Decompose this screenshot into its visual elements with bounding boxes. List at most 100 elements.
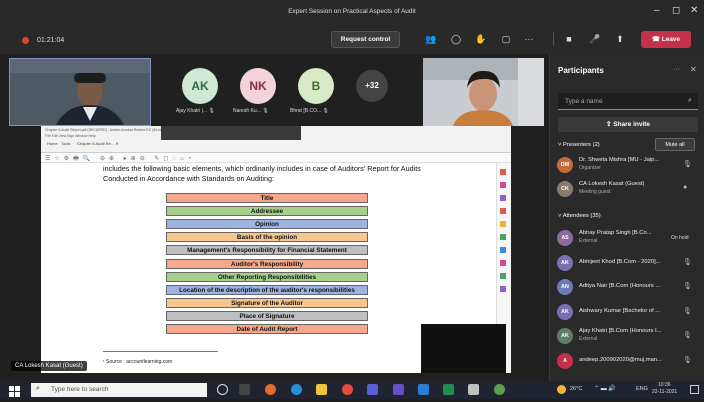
participant-avatar[interactable]: AK	[182, 68, 218, 104]
search-placeholder: Type a name	[565, 98, 603, 105]
participant-avatar[interactable]: AK	[557, 254, 573, 271]
flow-step: Place of Signature	[166, 310, 368, 321]
participant-avatar[interactable]: A	[557, 352, 573, 369]
participant-name[interactable]: Ajay Khatri [B.Com (Honours I...	[579, 328, 661, 334]
participant-avatar[interactable]: NK	[240, 68, 276, 104]
title-bar: Expert Session on Practical Aspects of A…	[0, 0, 704, 24]
participant-name: Ajay Khatri |... 🎙	[176, 108, 215, 114]
edge-icon[interactable]	[291, 384, 302, 395]
mic-on-icon[interactable]: ●	[683, 184, 687, 191]
flow-step: Auditor's Responsibility	[166, 258, 368, 269]
participant-avatar[interactable]: AN	[557, 279, 573, 295]
mic-off-icon[interactable]: 🎙	[683, 258, 692, 266]
presenter-name-tag: CA Lokesh Kasat (Guest)	[11, 361, 87, 371]
clock-date[interactable]: 22-11-2021	[652, 389, 677, 395]
mic-off-icon[interactable]: 🎙	[683, 160, 692, 168]
weather-icon[interactable]	[557, 385, 566, 394]
teams-meeting-icon[interactable]	[393, 384, 404, 395]
presenters-section-header[interactable]: ˅ Presenters (2)	[558, 142, 600, 148]
participant-avatar[interactable]: AK	[557, 303, 573, 320]
mic-off-icon: 🎙	[322, 108, 329, 114]
participant-role: Meeting guest	[579, 189, 611, 195]
participant-avatar[interactable]: AK	[557, 328, 573, 344]
more-participants-badge[interactable]: +32	[356, 70, 388, 102]
mic-off-icon[interactable]: 🎙	[683, 282, 692, 290]
weather-temperature[interactable]: 26°C	[570, 386, 582, 392]
flow-step: Other Reporting Responsibilities	[166, 271, 368, 282]
taskbar-search-input[interactable]: Type here to search	[31, 383, 207, 397]
participant-name[interactable]: Aditya Nair [B.Com (Honours ...	[579, 283, 660, 289]
reactions-icon[interactable]: ✋	[474, 32, 488, 46]
store-icon[interactable]	[468, 384, 479, 395]
microphone-muted-icon[interactable]: 🎤	[588, 32, 602, 46]
close-icon[interactable]: ✕	[690, 5, 698, 16]
participant-name: Bhrat [B.CO... 🎙	[290, 108, 329, 114]
file-explorer-icon[interactable]	[316, 384, 327, 395]
share-invite-button[interactable]: ⇪ Share invite	[558, 117, 698, 132]
flow-step: Management's Responsibility for Financia…	[166, 245, 368, 256]
participant-role: Organizer	[579, 165, 601, 171]
mic-off-icon[interactable]: 🎙	[683, 307, 692, 315]
self-video-preview	[421, 324, 506, 373]
attendees-section-header[interactable]: ˅ Attendees (35)	[558, 213, 601, 219]
pdf-menu-bar: File Edit View Sign Window Help	[45, 134, 96, 138]
camera-icon[interactable]: ■	[562, 32, 576, 46]
participant-name[interactable]: Aishwary Kumar [Bachelor of ...	[579, 308, 660, 314]
search-icon[interactable]: ⌕	[688, 97, 692, 105]
language-indicator[interactable]: ENG	[636, 386, 648, 392]
teams-icon[interactable]	[367, 384, 378, 395]
mic-off-icon[interactable]: 🎙	[683, 331, 692, 339]
minimize-icon[interactable]: –	[654, 5, 660, 16]
pdf-window-title: Chapter 6 Audit Report.pdf (SECURED) - A…	[45, 128, 164, 132]
footnote-divider	[103, 351, 218, 352]
firefox-icon[interactable]	[265, 384, 276, 395]
more-options-icon[interactable]: ···	[522, 32, 536, 46]
pdf-obscured-region	[161, 126, 301, 140]
participant-name[interactable]: Abhijeet Khod [B.Com - 2020]...	[579, 259, 661, 265]
toolbar-divider	[553, 32, 554, 46]
participant-video[interactable]	[423, 58, 544, 126]
participant-name[interactable]: Abhay Pratap Singh [B.Co...	[579, 230, 652, 236]
participant-avatar[interactable]: DM	[557, 157, 573, 173]
flow-step: Signature of the Auditor	[166, 297, 368, 308]
task-view-icon[interactable]	[239, 384, 250, 395]
participant-name[interactable]: andeep.200902020@muj.man...	[579, 357, 662, 363]
mic-off-icon[interactable]: 🎙	[683, 356, 692, 364]
leave-button[interactable]: ☎ Leave	[641, 31, 691, 48]
word-icon[interactable]	[418, 384, 429, 395]
mute-all-button[interactable]: Mute all	[655, 138, 695, 151]
close-panel-icon[interactable]: ✕	[690, 65, 697, 74]
cortana-icon[interactable]	[217, 384, 228, 395]
flow-step: Title	[166, 193, 368, 203]
pdf-viewer-toolbar: Chapter 6 Audit Report.pdf (SECURED) - A…	[41, 126, 511, 153]
rooms-icon[interactable]: ▢	[499, 32, 513, 46]
app-icon[interactable]	[494, 384, 505, 395]
participant-avatar[interactable]: B	[298, 68, 334, 104]
participant-avatar[interactable]: CK	[557, 181, 573, 197]
clock-time[interactable]: 10:36	[658, 382, 671, 388]
request-control-button[interactable]: Request control	[331, 31, 400, 48]
more-options-icon[interactable]: ···	[673, 66, 680, 73]
system-tray-icons[interactable]: ⌃ ▬ 🔊	[594, 385, 616, 392]
flow-step: Opinion	[166, 219, 368, 230]
speaker-video[interactable]	[9, 58, 151, 126]
document-intro-text: includes the following basic elements, w…	[103, 164, 421, 183]
windows-start-icon[interactable]	[9, 384, 20, 397]
excel-icon[interactable]	[443, 384, 454, 395]
pdf-tool-icons: ☰☆⚙🖶🔍 ⊖⊕ ▸⊕⊖ ✎◻◌⌂◔	[45, 156, 196, 162]
chrome-icon[interactable]	[342, 384, 353, 395]
participant-avatar[interactable]: AS	[557, 230, 573, 246]
chat-icon[interactable]: ◯	[449, 32, 463, 46]
notifications-icon[interactable]	[690, 385, 699, 394]
speaker-video-frame	[10, 59, 150, 125]
search-icon: ⌕	[36, 385, 40, 392]
phone-icon: ☎	[651, 36, 662, 43]
participant-name: Naresh Ku... 🎙	[233, 108, 269, 114]
people-icon[interactable]: 👥	[424, 32, 438, 46]
share-screen-icon[interactable]: ⬆	[613, 32, 627, 46]
participant-name[interactable]: Dr. Shweta Mishra [MU - Jaip...	[579, 157, 659, 163]
participant-role: External	[579, 238, 598, 244]
mic-off-icon: 🎙	[262, 108, 269, 114]
participant-name[interactable]: CA Lokesh Kasat (Guest)	[579, 181, 644, 187]
maximize-icon[interactable]: ◻	[672, 5, 680, 16]
